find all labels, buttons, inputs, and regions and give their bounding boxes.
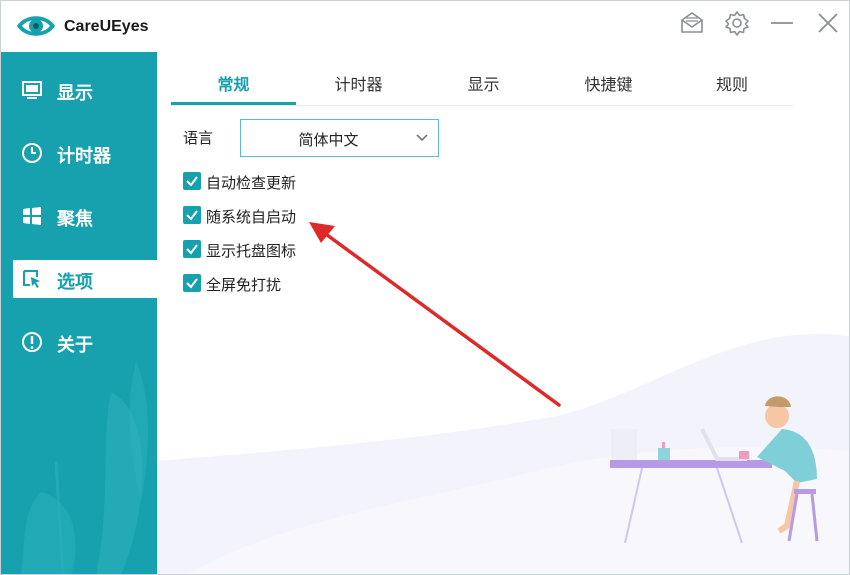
tab-label: 计时器 — [334, 75, 383, 94]
option-label: 全屏免打扰 — [206, 276, 282, 294]
tab-label: 常规 — [217, 75, 250, 94]
check-icon — [186, 244, 198, 255]
clock-icon — [22, 143, 42, 163]
windows-icon — [23, 207, 41, 225]
language-select[interactable]: 简体中文 — [240, 119, 439, 157]
app-window: CareUEyes 显示 计时器 聚焦 选项 关于 常规 计时器 显示 快捷键 … — [0, 0, 850, 575]
monitor-icon — [22, 81, 42, 99]
title-bar[interactable]: CareUEyes — [1, 1, 849, 51]
leaf-decoration — [21, 362, 148, 574]
sidebar: 显示 计时器 聚焦 选项 关于 — [1, 52, 157, 574]
sidebar-item-label: 选项 — [57, 272, 93, 293]
language-select-value: 简体中文 — [298, 131, 359, 149]
sidebar-item-timer[interactable]: 计时器 — [13, 134, 157, 172]
sidebar-item-options[interactable]: 选项 — [13, 260, 157, 298]
check-icon — [186, 210, 198, 221]
info-icon — [22, 332, 42, 352]
option-label: 自动检查更新 — [206, 174, 297, 192]
sidebar-item-label: 显示 — [57, 83, 93, 104]
autostart-checkbox[interactable] — [183, 206, 201, 224]
language-label: 语言 — [183, 129, 214, 147]
tray-icon-checkbox[interactable] — [183, 240, 201, 258]
sidebar-item-label: 聚焦 — [57, 209, 93, 230]
cursor-icon — [23, 270, 40, 288]
mail-icon[interactable] — [677, 8, 707, 38]
fullscreen-dnd-checkbox[interactable] — [183, 274, 201, 292]
desk-illustration — [157, 333, 849, 574]
check-icon — [186, 176, 198, 187]
tab-label: 快捷键 — [584, 75, 633, 94]
eye-logo-icon — [17, 16, 55, 36]
tab-general[interactable]: 常规 — [171, 71, 296, 105]
minimize-icon[interactable] — [767, 8, 797, 38]
tab-bar: 常规 计时器 显示 快捷键 规则 — [171, 63, 793, 106]
app-title: CareUEyes — [64, 18, 149, 35]
sidebar-item-display[interactable]: 显示 — [13, 71, 157, 109]
sidebar-item-label: 关于 — [57, 335, 93, 356]
tab-rules[interactable]: 规则 — [671, 71, 793, 105]
check-icon — [186, 278, 198, 289]
option-label: 随系统自启动 — [206, 208, 297, 226]
sidebar-item-focus[interactable]: 聚焦 — [13, 197, 157, 235]
tab-label: 显示 — [467, 75, 500, 94]
tab-hotkeys[interactable]: 快捷键 — [546, 71, 671, 105]
tab-label: 规则 — [715, 75, 748, 94]
tab-display[interactable]: 显示 — [421, 71, 546, 105]
chevron-down-icon — [416, 134, 428, 142]
auto-update-checkbox[interactable] — [183, 172, 201, 190]
sidebar-item-about[interactable]: 关于 — [13, 323, 157, 361]
option-label: 显示托盘图标 — [206, 242, 297, 260]
sidebar-item-label: 计时器 — [57, 146, 111, 167]
close-icon[interactable] — [813, 8, 843, 38]
gear-icon[interactable] — [722, 8, 752, 38]
tab-timer[interactable]: 计时器 — [296, 71, 421, 105]
